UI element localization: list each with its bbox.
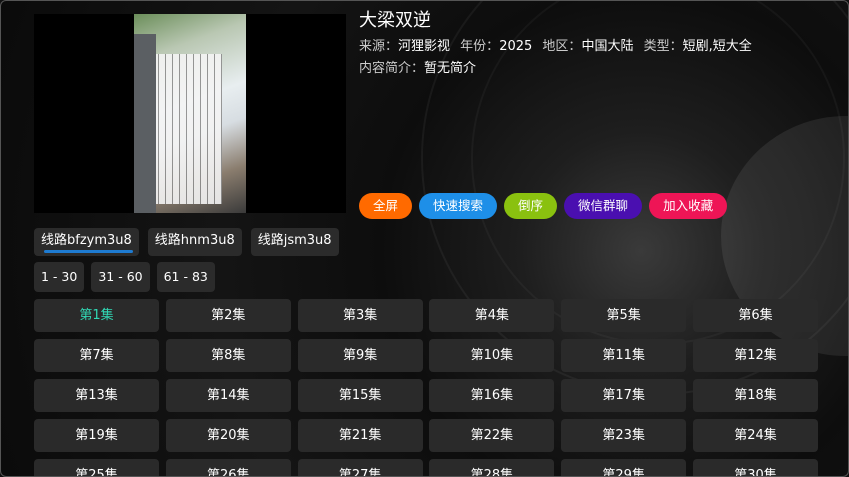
desc-value: 暂无简介 [424, 61, 477, 76]
episode-button[interactable]: 第25集 [34, 459, 159, 476]
show-meta: 来源：河狸影视 年份：2025 地区：中国大陆 类型：短剧,短大全 [359, 37, 758, 57]
tab-line-jsm3u8[interactable]: 线路jsm3u8 [250, 228, 339, 256]
episode-button[interactable]: 第13集 [34, 379, 159, 412]
show-info: 大梁双逆 来源：河狸影视 年份：2025 地区：中国大陆 类型：短剧,短大全 内… [359, 9, 758, 79]
video-scene-person [134, 34, 156, 213]
range-tab-31-60[interactable]: 31 - 60 [91, 262, 150, 292]
episode-button[interactable]: 第10集 [429, 339, 555, 372]
episode-button[interactable]: 第2集 [165, 299, 291, 332]
source-line-tabs: 线路bfzym3u8 线路hnm3u8 线路jsm3u8 [34, 228, 339, 256]
episode-button[interactable]: 第26集 [165, 459, 291, 476]
video-player[interactable] [34, 14, 346, 213]
episode-button[interactable]: 第1集 [34, 299, 159, 332]
source-label: 来源： [359, 39, 399, 54]
fullscreen-button[interactable]: 全屏 [359, 193, 413, 219]
episode-button[interactable]: 第8集 [165, 339, 291, 372]
year-label: 年份： [460, 39, 500, 54]
episode-button[interactable]: 第11集 [561, 339, 687, 372]
show-title: 大梁双逆 [359, 10, 431, 31]
episode-button[interactable]: 第14集 [165, 379, 291, 412]
episode-button[interactable]: 第22集 [429, 419, 555, 452]
episode-range-tabs: 1 - 30 31 - 60 61 - 83 [34, 262, 215, 292]
episode-button[interactable]: 第21集 [297, 419, 423, 452]
episode-button[interactable]: 第28集 [429, 459, 555, 476]
video-scene-paper [152, 54, 222, 204]
type-label: 类型： [643, 39, 683, 54]
range-tab-1-30[interactable]: 1 - 30 [34, 262, 85, 292]
tab-line-bfzym3u8[interactable]: 线路bfzym3u8 [34, 228, 139, 256]
source-value: 河狸影视 [398, 39, 451, 54]
year-value: 2025 [499, 39, 533, 54]
episode-button[interactable]: 第4集 [429, 299, 555, 332]
episode-button[interactable]: 第6集 [692, 299, 818, 332]
episode-button[interactable]: 第19集 [34, 419, 159, 452]
episode-button[interactable]: 第3集 [297, 299, 423, 332]
region-value: 中国大陆 [581, 39, 634, 54]
show-description: 内容简介：暂无简介 [359, 59, 758, 79]
action-bar: 全屏 快速搜索 倒序 微信群聊 加入收藏 [359, 193, 728, 219]
episode-button[interactable]: 第30集 [692, 459, 818, 476]
episode-button[interactable]: 第27集 [297, 459, 423, 476]
desc-label: 内容简介： [359, 61, 425, 76]
episode-button[interactable]: 第24集 [692, 419, 818, 452]
type-value: 短剧,短大全 [682, 39, 752, 54]
episode-grid: 第1集 第2集 第3集 第4集 第5集 第6集 第7集 第8集 第9集 第10集 第11集 第12集第… [34, 299, 818, 476]
add-favorite-button[interactable]: 加入收藏 [649, 193, 728, 219]
episode-button[interactable]: 第18集 [692, 379, 818, 412]
episode-button[interactable]: 第16集 [429, 379, 555, 412]
episode-button[interactable]: 第7集 [34, 339, 159, 372]
region-label: 地区： [542, 39, 582, 54]
episode-button[interactable]: 第12集 [692, 339, 818, 372]
episode-button[interactable]: 第20集 [165, 419, 291, 452]
episode-button[interactable]: 第29集 [561, 459, 687, 476]
range-tab-61-83[interactable]: 61 - 83 [156, 262, 215, 292]
episode-button[interactable]: 第17集 [561, 379, 687, 412]
episode-button[interactable]: 第5集 [561, 299, 687, 332]
app-window: 大梁双逆 来源：河狸影视 年份：2025 地区：中国大陆 类型：短剧,短大全 内… [0, 0, 849, 477]
quick-search-button[interactable]: 快速搜索 [419, 193, 498, 219]
episode-button[interactable]: 第9集 [297, 339, 423, 372]
reverse-order-button[interactable]: 倒序 [504, 193, 558, 219]
video-frame [134, 14, 246, 213]
tab-line-hnm3u8[interactable]: 线路hnm3u8 [147, 228, 242, 256]
wechat-group-button[interactable]: 微信群聊 [564, 193, 643, 219]
episode-button[interactable]: 第15集 [297, 379, 423, 412]
episode-button[interactable]: 第23集 [561, 419, 687, 452]
